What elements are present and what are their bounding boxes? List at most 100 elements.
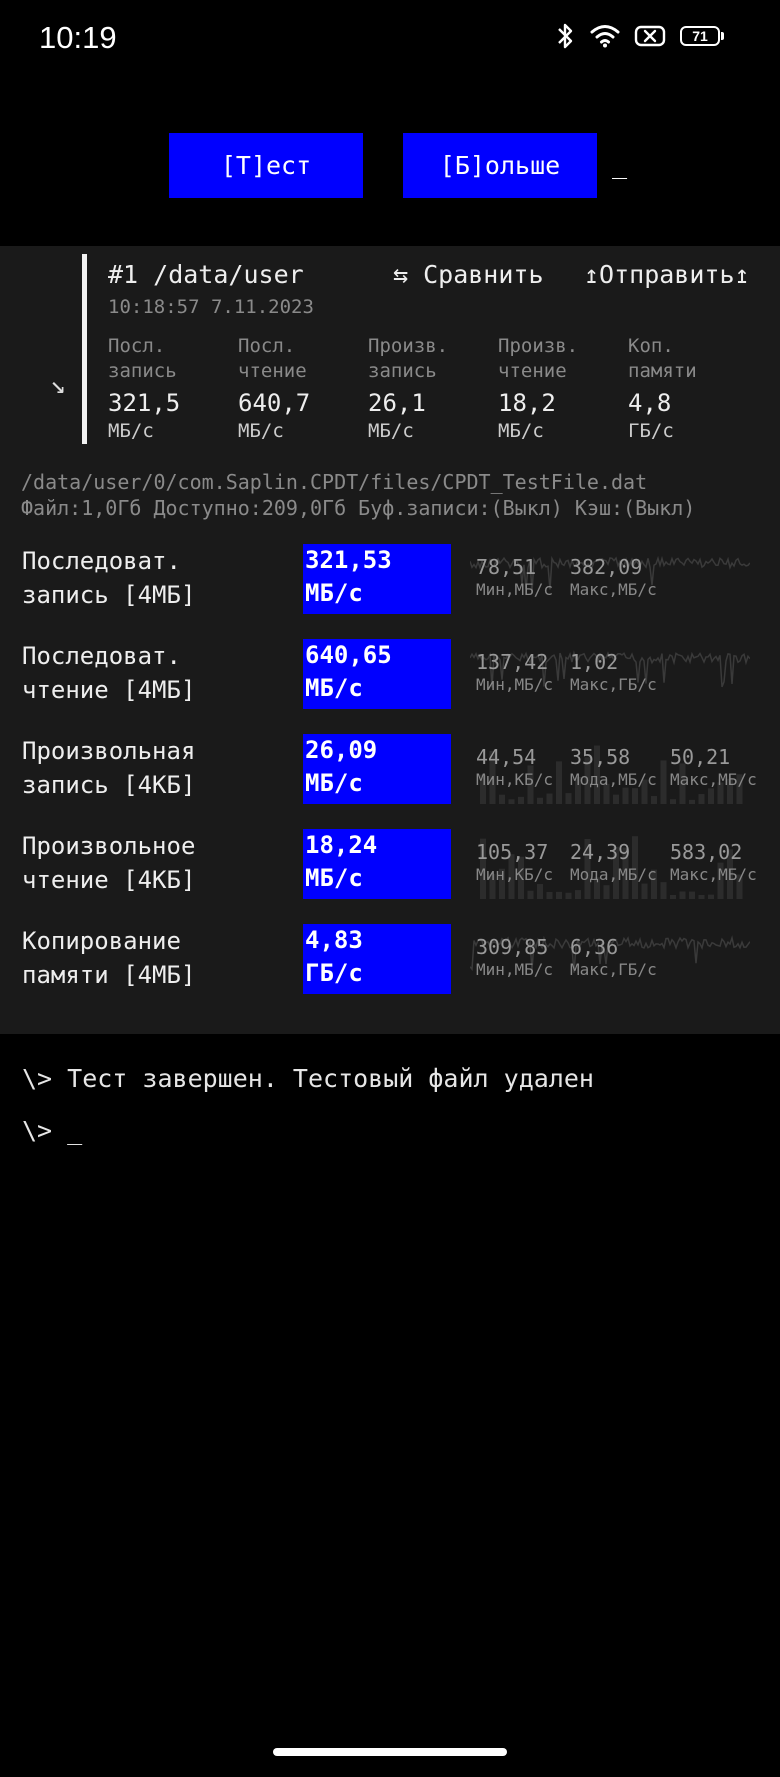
metric-rand-read: Произв. чтение 18,2 МБ/с <box>498 334 623 443</box>
result-value: 18,24 <box>305 831 378 859</box>
stat-max: 583,02 Макс,МБ/с <box>670 839 758 885</box>
metric-label: Произв. <box>368 335 449 357</box>
stat-value: 6,36 <box>570 935 619 959</box>
bluetooth-icon <box>558 23 573 49</box>
stat-label: Макс,ГБ/с <box>570 675 657 694</box>
test-label: Произвольная запись [4КБ] <box>22 734 292 802</box>
stat-value: 105,37 <box>476 840 549 864</box>
metric-label: запись <box>108 360 177 382</box>
metric-mem-copy: Коп. памяти 4,8 ГБ/с <box>628 334 753 443</box>
stat-max: 382,09 Макс,МБ/с <box>570 554 658 600</box>
metric-label: Посл. <box>108 335 166 357</box>
test-label-line: Произвольная <box>22 737 196 765</box>
stat-label: Мин,МБ/с <box>476 960 554 979</box>
test-result: 26,09 МБ/с <box>303 734 451 804</box>
stat-value: 35,58 <box>570 745 631 769</box>
test-result: 4,83 ГБ/с <box>303 924 451 994</box>
test-label-line: памяти [4МБ] <box>22 961 196 989</box>
test-result: 640,65 МБ/с <box>303 639 451 709</box>
file-info: Файл:1,0Гб Доступно:209,0Гб Буф.записи:(… <box>21 496 696 520</box>
stat-max: 1,02 Макс,ГБ/с <box>570 649 658 695</box>
blinking-cursor: _ <box>612 150 628 179</box>
stat-value: 137,42 <box>476 650 549 674</box>
stat-max: 6,36 Макс,ГБ/с <box>570 934 658 980</box>
stat-value: 50,21 <box>670 745 731 769</box>
test-label-line: Произвольное <box>22 832 196 860</box>
test-button[interactable]: [Т]ест <box>169 133 363 198</box>
test-label: Последоват. чтение [4МБ] <box>22 639 292 707</box>
stat-label: Мин,КБ/с <box>476 865 554 884</box>
results-panel: ↘ #1 /data/user ⇆ Сравнить ↥Отправить↥ 1… <box>0 246 780 1034</box>
no-sim-icon <box>634 25 666 47</box>
test-label-line: Последоват. <box>22 642 181 670</box>
metric-label: Посл. <box>238 335 296 357</box>
stat-label: Мода,МБ/с <box>570 865 657 884</box>
stat-value: 309,85 <box>476 935 549 959</box>
summary-divider <box>82 254 87 444</box>
send-button[interactable]: ↥Отправить↥ <box>584 260 750 289</box>
file-path: /data/user/0/com.Saplin.CPDT/files/CPDT_… <box>21 470 648 494</box>
test-result: 321,53 МБ/с <box>303 544 451 614</box>
compare-button[interactable]: ⇆ Сравнить <box>393 260 544 289</box>
metric-label: чтение <box>498 360 567 382</box>
test-label: Последоват. запись [4МБ] <box>22 544 292 612</box>
stat-value: 44,54 <box>476 745 537 769</box>
test-label-line: Копирование <box>22 927 181 955</box>
metric-label: памяти <box>628 360 697 382</box>
stat-min: 105,37 Мин,КБ/с <box>476 839 564 885</box>
metric-rand-write: Произв. запись 26,1 МБ/с <box>368 334 493 443</box>
stat-label: Мин,МБ/с <box>476 675 554 694</box>
battery-level: 71 <box>680 26 720 46</box>
metric-unit: ГБ/с <box>628 420 674 442</box>
status-icons: 71 <box>556 22 724 50</box>
collapse-arrow-icon[interactable]: ↘ <box>50 370 66 400</box>
test-row-mem-copy: Копирование памяти [4МБ] 4,83 ГБ/с 309,8… <box>0 924 780 996</box>
test-label-line: запись [4МБ] <box>22 581 196 609</box>
test-row-rand-read: Произвольное чтение [4КБ] 18,24 МБ/с 105… <box>0 829 780 901</box>
test-row-seq-read: Последоват. чтение [4МБ] 640,65 МБ/с 137… <box>0 639 780 711</box>
metric-value: 640,7 <box>238 389 311 417</box>
test-label: Копирование памяти [4МБ] <box>22 924 292 992</box>
metric-label: Произв. <box>498 335 579 357</box>
battery-icon: 71 <box>680 26 724 46</box>
result-unit: МБ/с <box>305 864 363 892</box>
summary-title: #1 /data/user <box>108 260 304 289</box>
home-indicator[interactable] <box>273 1748 507 1756</box>
test-row-rand-write: Произвольная запись [4КБ] 26,09 МБ/с 44,… <box>0 734 780 806</box>
console-prompt[interactable]: \> _ <box>22 1116 82 1145</box>
stat-label: Мода,МБ/с <box>570 770 657 789</box>
stat-min: 44,54 Мин,КБ/с <box>476 744 564 790</box>
stat-value: 1,02 <box>570 650 619 674</box>
more-button[interactable]: [Б]ольше <box>403 133 597 198</box>
test-label-line: запись [4КБ] <box>22 771 196 799</box>
stat-value: 382,09 <box>570 555 643 579</box>
test-label-line: чтение [4МБ] <box>22 676 196 704</box>
metric-unit: МБ/с <box>238 420 284 442</box>
stat-value: 24,39 <box>570 840 631 864</box>
test-row-seq-write: Последоват. запись [4МБ] 321,53 МБ/с 78,… <box>0 544 780 616</box>
result-unit: МБ/с <box>305 769 363 797</box>
result-unit: ГБ/с <box>305 959 363 987</box>
metric-unit: МБ/с <box>108 420 154 442</box>
metric-unit: МБ/с <box>368 420 414 442</box>
metric-label: Коп. <box>628 335 674 357</box>
stat-mode: 24,39 Мода,МБ/с <box>570 839 658 885</box>
metric-seq-read: Посл. чтение 640,7 МБ/с <box>238 334 363 443</box>
status-bar: 10:19 71 <box>0 0 780 80</box>
stat-value: 583,02 <box>670 840 743 864</box>
stat-mode: 35,58 Мода,МБ/с <box>570 744 658 790</box>
summary-datetime: 10:18:57 7.11.2023 <box>108 296 314 318</box>
result-unit: МБ/с <box>305 579 363 607</box>
stat-label: Мин,КБ/с <box>476 770 554 789</box>
result-value: 640,65 <box>305 641 392 669</box>
result-unit: МБ/с <box>305 674 363 702</box>
result-value: 321,53 <box>305 546 392 574</box>
test-label-line: чтение [4КБ] <box>22 866 196 894</box>
metric-value: 26,1 <box>368 389 426 417</box>
metric-label: чтение <box>238 360 307 382</box>
test-result: 18,24 МБ/с <box>303 829 451 899</box>
status-time: 10:19 <box>39 20 117 55</box>
stat-label: Макс,ГБ/с <box>570 960 657 979</box>
stat-label: Макс,МБ/с <box>670 770 757 789</box>
console-message: \> Тест завершен. Тестовый файл удален <box>22 1064 594 1093</box>
